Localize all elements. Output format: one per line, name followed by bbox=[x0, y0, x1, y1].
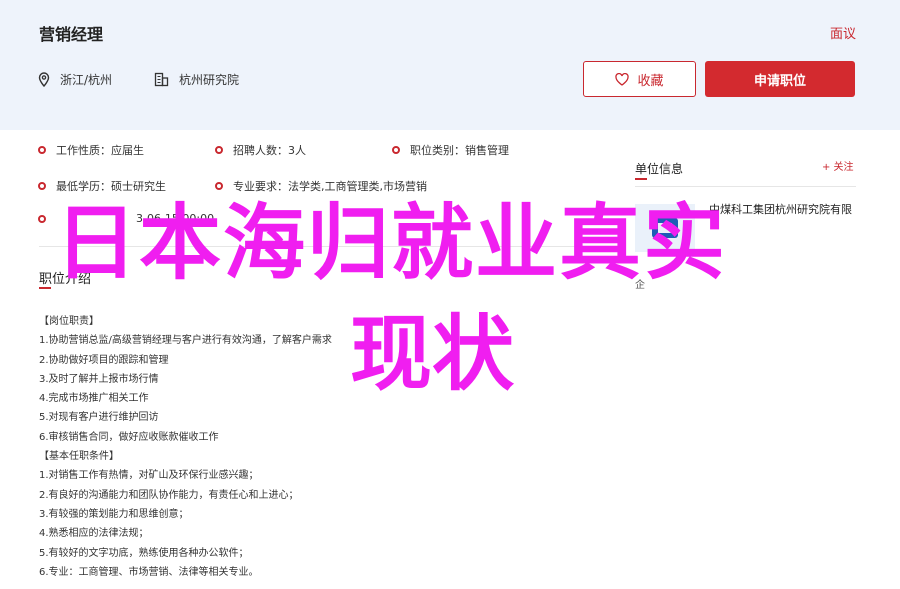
favorite-button[interactable]: 收藏 bbox=[583, 61, 696, 97]
organization-text: 杭州研究院 bbox=[179, 73, 240, 87]
job-description: 【岗位职责】 1.协助营销总监/高级营销经理与客户进行有效沟通，了解客户需求 2… bbox=[39, 312, 599, 582]
sidebar-title: 单位信息 bbox=[635, 162, 684, 176]
desc-line: 【基本任职条件】 bbox=[39, 451, 119, 463]
desc-line: 6.审核销售合同，做好应收账款催收工作 bbox=[39, 431, 219, 443]
info-key: 最低学历： bbox=[56, 180, 111, 193]
desc-line: 2.协助做好项目的跟踪和管理 bbox=[39, 354, 169, 366]
building-icon bbox=[154, 72, 169, 87]
sidebar-divider bbox=[635, 186, 856, 187]
location-text: 浙江/杭州 bbox=[60, 73, 113, 87]
info-key: 职位类别： bbox=[410, 144, 465, 157]
favorite-label: 收藏 bbox=[637, 73, 664, 89]
desc-line: 【岗位职责】 bbox=[39, 316, 99, 327]
info-value: 法学类,工商管理类,市场营销 bbox=[288, 180, 427, 193]
follow-button[interactable]: + 关注 bbox=[822, 158, 854, 173]
desc-line: 3.及时了解并上报市场行情 bbox=[39, 373, 159, 385]
info-key: 专业要求： bbox=[233, 180, 288, 193]
info-value: 硕士研究生 bbox=[111, 180, 166, 193]
company-tag: 企 bbox=[635, 280, 645, 291]
bullet-icon bbox=[38, 214, 46, 223]
desc-line: 5.对现有客户进行维护回访 bbox=[39, 412, 159, 424]
heart-icon bbox=[615, 72, 630, 86]
info-key: 招聘人数： bbox=[233, 144, 288, 157]
section-underline bbox=[39, 287, 51, 289]
info-value: 销售管理 bbox=[465, 144, 509, 157]
desc-line: 2.有良好的沟通能力和团队协作能力，有责任心和上进心； bbox=[39, 489, 299, 501]
info-job-type: 工作性质： 应届生 bbox=[38, 142, 144, 158]
company-name[interactable]: 中煤科工集团杭州研究院有限 bbox=[709, 202, 859, 218]
bullet-icon bbox=[38, 146, 46, 154]
sidebar-underline bbox=[635, 178, 647, 180]
bullet-icon bbox=[38, 182, 46, 190]
job-title: 营销经理 bbox=[39, 25, 104, 44]
info-education: 最低学历： 硕士研究生 bbox=[38, 178, 166, 194]
bullet-icon bbox=[215, 182, 223, 190]
map-pin-icon bbox=[38, 72, 50, 87]
desc-line: 3.有较强的策划能力和思维创意； bbox=[39, 508, 189, 520]
info-deadline: 3-06-15 00:00 bbox=[38, 212, 214, 225]
job-header: 营销经理 面议 浙江/杭州 杭州研究院 收藏 申请职位 bbox=[0, 0, 900, 130]
desc-line: 5.有较好的文字功底，熟练使用各种办公软件； bbox=[39, 547, 249, 559]
job-organization: 杭州研究院 bbox=[154, 71, 239, 88]
desc-line: 1.协助营销总监/高级营销经理与客户进行有效沟通，了解客户需求 bbox=[39, 335, 332, 347]
info-category: 职位类别： 销售管理 bbox=[392, 142, 509, 158]
info-key: 工作性质： bbox=[56, 144, 111, 157]
salary-label: 面议 bbox=[829, 27, 856, 42]
desc-line: 6.专业：工商管理、市场营销、法律等相关专业。 bbox=[39, 566, 259, 578]
bullet-icon bbox=[215, 146, 223, 154]
apply-button[interactable]: 申请职位 bbox=[705, 61, 855, 97]
divider bbox=[39, 246, 591, 247]
info-value: 应届生 bbox=[111, 144, 144, 157]
info-value: 3人 bbox=[288, 144, 306, 157]
desc-line: 4.熟悉相应的法律法规； bbox=[39, 528, 149, 540]
bullet-icon bbox=[392, 146, 400, 154]
info-headcount: 招聘人数： 3人 bbox=[215, 142, 306, 158]
section-title: 职位介绍 bbox=[39, 272, 92, 287]
job-location: 浙江/杭州 bbox=[38, 71, 112, 88]
desc-line: 4.完成市场推广相关工作 bbox=[39, 393, 149, 405]
company-logo-icon bbox=[635, 204, 695, 252]
desc-line: 1.对销售工作有热情，对矿山及环保行业感兴趣； bbox=[39, 470, 259, 482]
info-value: 3-06-15 00:00 bbox=[136, 212, 215, 225]
info-major: 专业要求： 法学类,工商管理类,市场营销 bbox=[215, 178, 427, 194]
